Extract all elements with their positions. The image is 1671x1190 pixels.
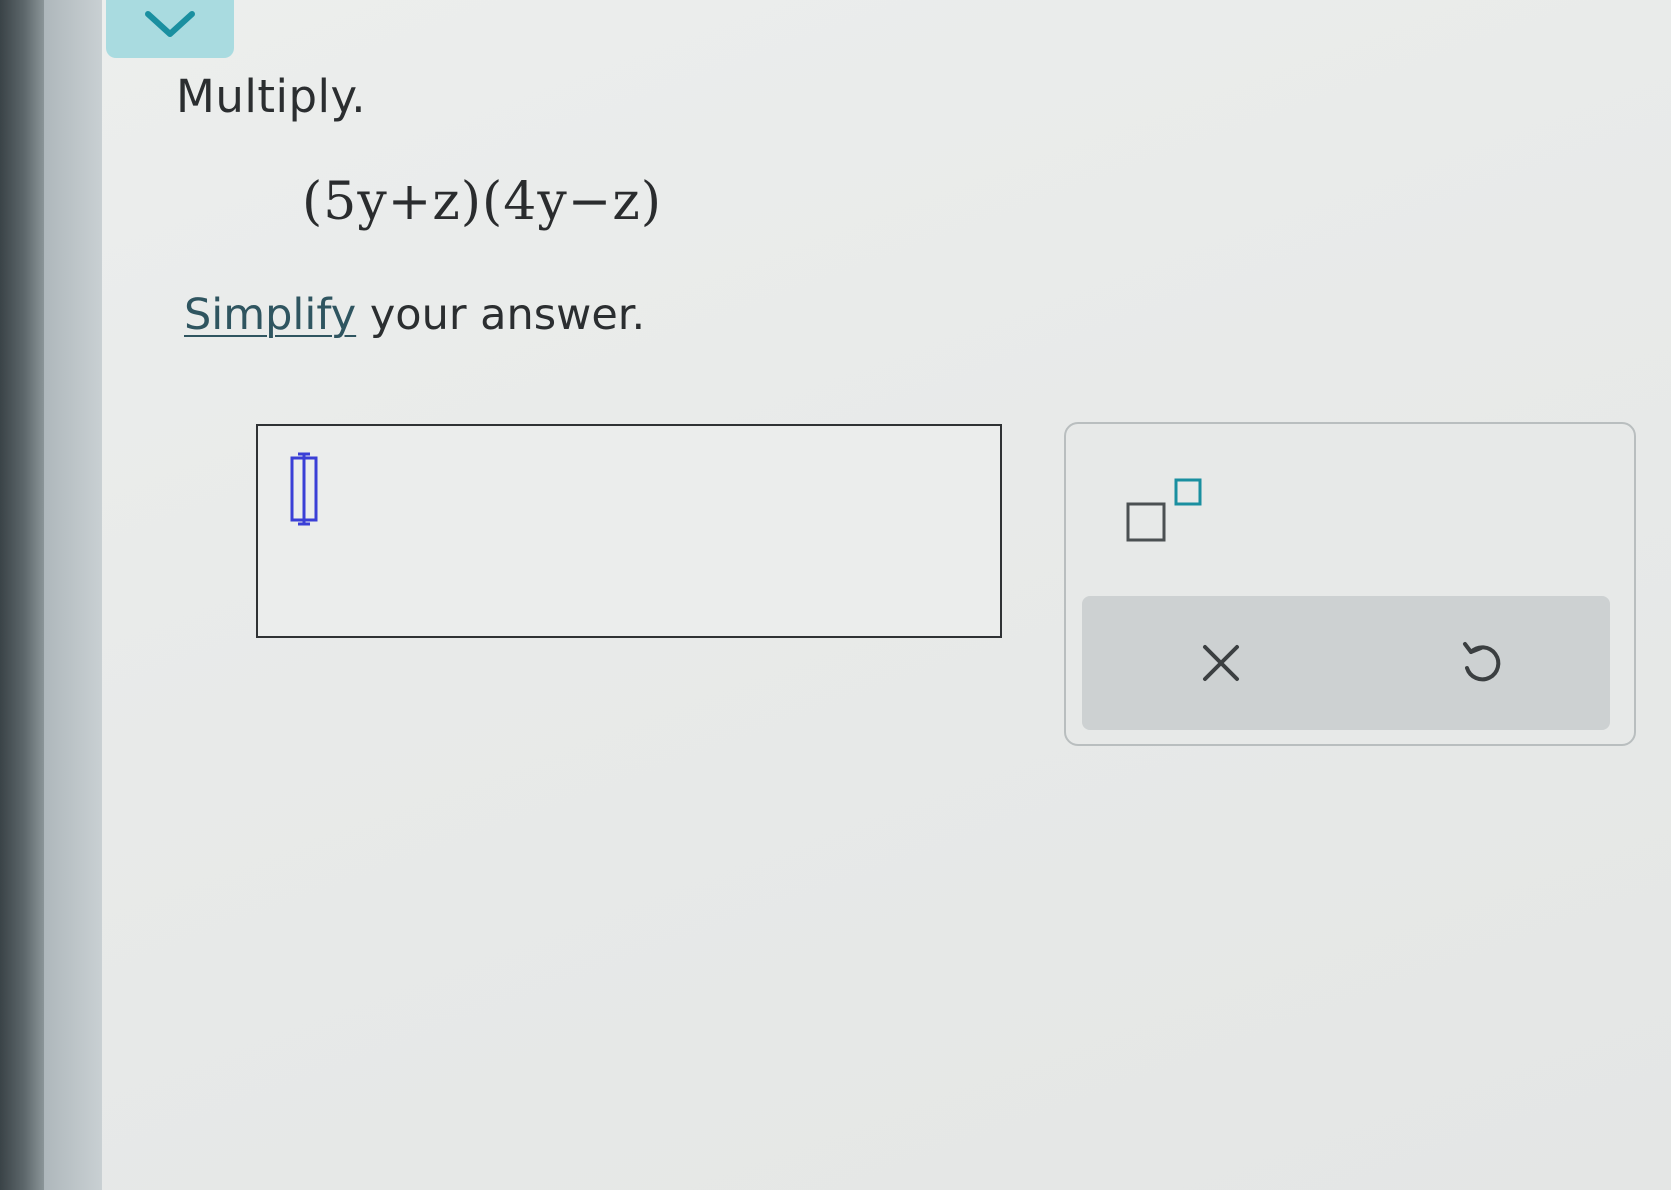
math-cursor-icon xyxy=(290,452,318,526)
instruction-text: Simplify your answer. xyxy=(184,290,645,340)
exponent-template-icon xyxy=(1126,478,1202,542)
clear-x-icon xyxy=(1203,645,1239,681)
undo-icon xyxy=(1463,642,1501,682)
answer-input[interactable] xyxy=(256,424,1002,638)
chevron-down-icon xyxy=(145,11,195,37)
clear-button[interactable] xyxy=(1186,628,1256,698)
monitor-bezel xyxy=(0,0,44,1190)
math-expression: (5y+z)(4y−z) xyxy=(302,172,663,232)
question-title: Multiply. xyxy=(176,70,367,123)
action-bar xyxy=(1082,596,1610,730)
math-tool-panel xyxy=(1064,422,1636,746)
exponent-button[interactable] xyxy=(1124,476,1210,548)
collapse-toggle[interactable] xyxy=(106,0,234,58)
simplify-definition-link[interactable]: Simplify xyxy=(184,290,356,340)
undo-button[interactable] xyxy=(1446,626,1516,700)
instruction-rest: your answer. xyxy=(356,290,646,340)
monitor-bezel-edge xyxy=(44,0,102,1190)
